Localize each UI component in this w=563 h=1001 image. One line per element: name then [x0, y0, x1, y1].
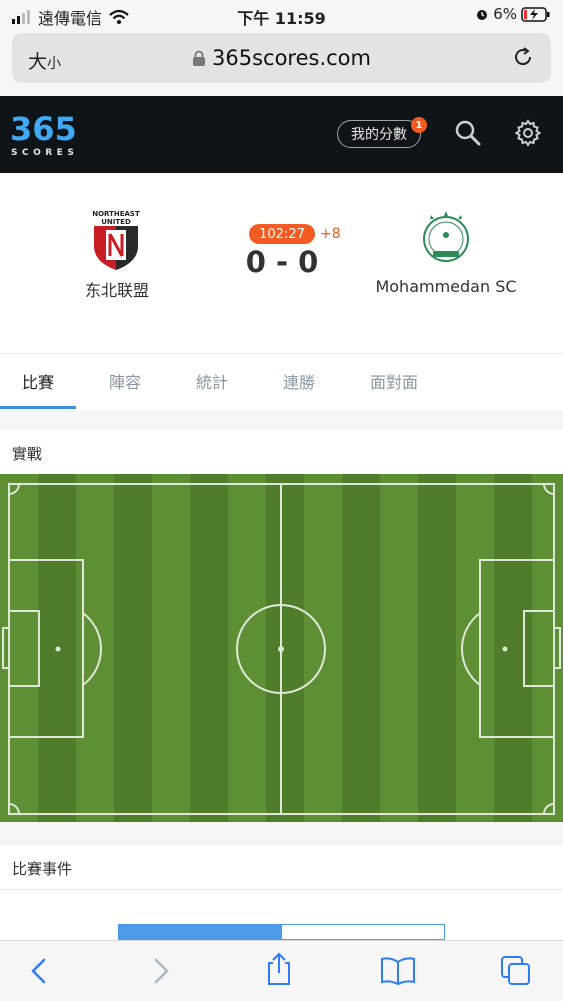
live-pitch-section: 實戰 [0, 430, 563, 822]
logo-word: SCORES [11, 148, 78, 156]
browser-toolbar [0, 940, 563, 1001]
gear-icon[interactable] [514, 119, 542, 151]
share-icon[interactable] [264, 951, 294, 991]
reload-icon[interactable] [511, 45, 535, 73]
events-section-title: 比賽事件 [12, 860, 73, 878]
alarm-icon [477, 10, 488, 20]
added-time: +8 [320, 226, 341, 242]
home-team-crest[interactable]: NORTHEAST UNITED [88, 206, 144, 274]
battery-percent: 6% [493, 5, 517, 23]
my-scores-button[interactable]: 我的分數 [337, 120, 421, 148]
pitch-section-title: 實戰 [12, 445, 43, 463]
battery-charging-icon [521, 6, 550, 22]
match-score: 0 - 0 [245, 245, 319, 279]
crest-text-top: NORTHEAST [92, 210, 140, 218]
events-divider [0, 889, 563, 890]
tab-head-to-head[interactable]: 面對面 [370, 369, 418, 393]
address-bar[interactable]: 大小 365scores.com [12, 33, 551, 83]
away-team-name[interactable]: Mohammedan SC [366, 277, 526, 296]
logo-number: 365 [10, 110, 77, 148]
search-icon[interactable] [454, 119, 482, 151]
tab-lineup[interactable]: 陣容 [109, 369, 141, 393]
match-clock: 102:27 [249, 224, 315, 244]
lock-icon [193, 50, 205, 66]
possession-bar-home [118, 924, 281, 940]
url-text: 365scores.com [212, 46, 371, 70]
back-icon[interactable] [28, 957, 52, 989]
app-logo[interactable]: 365 SCORES [10, 110, 92, 160]
status-bar: 遠傳電信 下午 11:59 6% [0, 0, 563, 30]
football-pitch [0, 474, 563, 826]
forward-icon[interactable] [148, 957, 172, 989]
possession-bar-away [281, 924, 445, 940]
crest-text-bottom: UNITED [101, 218, 131, 226]
browser-address-area: 大小 365scores.com [0, 30, 563, 96]
notification-badge: 1 [411, 117, 427, 133]
active-tab-indicator [0, 406, 76, 409]
home-team-name[interactable]: 东北联盟 [60, 277, 174, 301]
app-header: 365 SCORES 我的分數 1 [0, 96, 563, 173]
status-right: 6% [475, 5, 551, 23]
away-team-crest[interactable] [415, 205, 477, 273]
tabs-icon[interactable] [500, 955, 532, 991]
my-scores-label: 我的分數 [351, 127, 407, 143]
match-tabs: 比賽 陣容 統計 連勝 面對面 [0, 353, 563, 410]
match-scorecard: NORTHEAST UNITED 东北联盟 102:27 +8 0 - 0 Mo… [0, 173, 563, 353]
match-events-section: 比賽事件 [0, 845, 563, 945]
bookmarks-icon[interactable] [380, 956, 416, 990]
tab-stats[interactable]: 統計 [196, 369, 228, 393]
url-field[interactable]: 365scores.com [12, 46, 551, 70]
tab-match[interactable]: 比賽 [22, 369, 54, 393]
tab-streaks[interactable]: 連勝 [283, 369, 315, 393]
